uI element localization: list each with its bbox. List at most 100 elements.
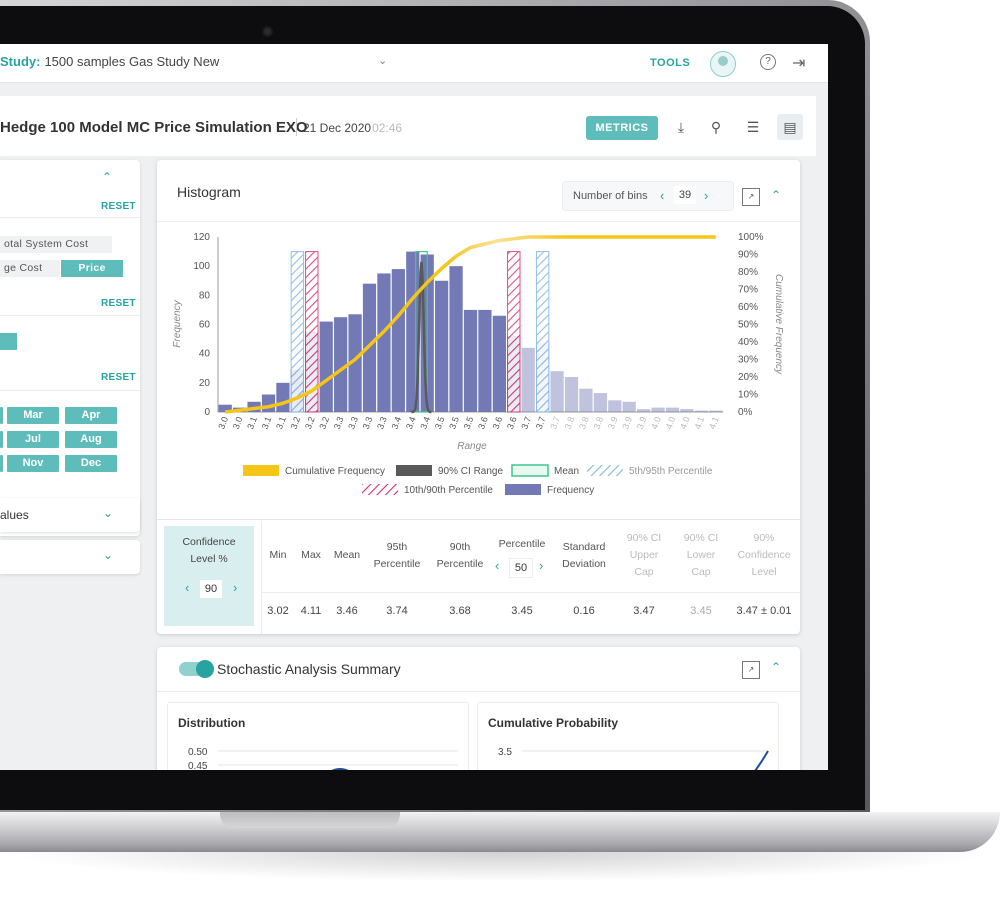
model-timestamp: 21 Dec 2020 02:46 bbox=[303, 121, 402, 135]
frequency-bar bbox=[492, 315, 506, 412]
accordion-values[interactable]: alues ⌄ bbox=[0, 498, 140, 532]
expand-icon[interactable]: ↗ bbox=[742, 661, 760, 679]
help-icon[interactable]: ? bbox=[760, 54, 776, 70]
expand-icon[interactable]: ↗ bbox=[742, 188, 760, 206]
stochastic-toggle[interactable] bbox=[179, 660, 214, 678]
divider bbox=[0, 217, 140, 218]
divider bbox=[0, 390, 140, 391]
y-tick-label: 20 bbox=[199, 378, 211, 389]
legend-frequency-swatch bbox=[505, 484, 541, 495]
frequency-bar bbox=[521, 347, 535, 412]
x-tick-label: 4.1 bbox=[693, 415, 707, 430]
chip-total-system-cost[interactable]: otal System Cost bbox=[0, 236, 112, 253]
chip-price[interactable]: Price bbox=[61, 260, 123, 277]
x-tick-label: 3.5 bbox=[462, 415, 476, 430]
frequency-bar bbox=[680, 409, 694, 412]
laptop-shadow bbox=[0, 852, 1000, 882]
frequency-bar bbox=[463, 309, 478, 412]
percentile-value[interactable]: 50 bbox=[509, 558, 533, 578]
chevron-up-icon[interactable]: ⌃ bbox=[102, 170, 112, 184]
frequency-bar bbox=[391, 269, 405, 412]
bins-value[interactable]: 39 bbox=[674, 186, 696, 204]
reset-link[interactable]: RESET bbox=[101, 201, 136, 212]
p90-marker bbox=[507, 251, 521, 413]
legend-ci-range-label: 90% CI Range bbox=[438, 466, 503, 477]
x-tick-label: 3.6 bbox=[491, 415, 505, 430]
x-tick-label: 3.1 bbox=[245, 415, 259, 430]
y2-tick-label: 0% bbox=[738, 407, 753, 418]
divider bbox=[296, 118, 297, 136]
chevron-up-icon[interactable]: ⌃ bbox=[771, 188, 781, 202]
toggle-chip[interactable] bbox=[0, 333, 17, 350]
model-title: Hedge 100 Model MC Price Simulation EXO bbox=[0, 119, 308, 136]
x-axis-label: Range bbox=[457, 441, 487, 452]
chevron-right-icon[interactable]: › bbox=[539, 558, 543, 573]
x-tick-label: 3.6 bbox=[505, 415, 519, 430]
chart-view-icon[interactable]: ▤ bbox=[777, 114, 803, 140]
frequency-bar bbox=[449, 266, 463, 412]
x-tick-label: 3.2 bbox=[303, 415, 317, 430]
tools-button[interactable]: TOOLS bbox=[650, 57, 690, 69]
chevron-left-icon[interactable]: ‹ bbox=[660, 188, 664, 203]
logout-icon[interactable]: ⇥ bbox=[792, 53, 805, 73]
x-tick-label: 3.1 bbox=[274, 415, 288, 430]
frequency-bar bbox=[694, 410, 708, 412]
divider bbox=[261, 592, 800, 593]
download-icon[interactable]: ⤓ bbox=[668, 114, 694, 140]
frequency-bar bbox=[377, 273, 391, 412]
x-tick-label: 3.3 bbox=[346, 415, 360, 430]
legend-ci-range-swatch bbox=[396, 465, 432, 476]
y2-axis-label: Cumulative Frequency bbox=[773, 274, 784, 375]
chevron-up-icon[interactable]: ⌃ bbox=[771, 660, 781, 674]
chevron-right-icon[interactable]: › bbox=[233, 580, 237, 595]
confidence-value[interactable]: 90 bbox=[200, 580, 222, 598]
reset-link[interactable]: RESET bbox=[101, 372, 136, 383]
x-tick-label: 3.7 bbox=[548, 415, 562, 430]
accordion-collapsed[interactable]: ⌄ bbox=[0, 540, 140, 574]
list-icon[interactable]: ☰ bbox=[740, 114, 766, 140]
y2-tick-label: 10% bbox=[738, 390, 758, 401]
month-edge bbox=[0, 431, 3, 448]
x-tick-label: 3.2 bbox=[317, 415, 331, 430]
chip-storage-cost[interactable]: ge Cost bbox=[0, 260, 60, 277]
frequency-bar bbox=[709, 410, 723, 412]
chevron-down-icon[interactable]: ⌄ bbox=[103, 548, 113, 562]
month-nov[interactable]: Nov bbox=[7, 455, 59, 472]
model-time: 02:46 bbox=[371, 121, 402, 135]
webcam-icon bbox=[264, 28, 271, 35]
avatar[interactable] bbox=[710, 51, 736, 77]
stat-value: 3.47 ± 0.01 bbox=[736, 605, 792, 617]
divider bbox=[0, 315, 140, 316]
y-tick-label: 100 bbox=[193, 261, 210, 272]
cumulative-curve bbox=[754, 750, 769, 770]
x-tick-label: 3.6 bbox=[476, 415, 490, 430]
reset-link[interactable]: RESET bbox=[101, 298, 136, 309]
frequency-bar bbox=[579, 388, 593, 412]
y2-tick-label: 90% bbox=[738, 250, 758, 261]
laptop-notch bbox=[220, 812, 400, 828]
chevron-left-icon[interactable]: ‹ bbox=[495, 558, 499, 573]
histogram-card: Histogram Number of bins ‹ 39 › ↗ ⌃ 0 20 4… bbox=[157, 160, 800, 634]
chevron-down-icon[interactable]: ⌄ bbox=[103, 506, 113, 520]
study-selector[interactable]: Study: 1500 samples Gas Study New bbox=[0, 54, 219, 69]
top-bar: Study: 1500 samples Gas Study New ⌄ TOOLS… bbox=[0, 44, 828, 83]
chevron-down-icon[interactable]: ⌄ bbox=[378, 54, 387, 67]
frequency-bar bbox=[478, 309, 492, 412]
distribution-curve bbox=[331, 768, 349, 770]
month-jul[interactable]: Jul bbox=[7, 431, 59, 448]
location-pin-icon[interactable]: ⚲ bbox=[703, 114, 729, 140]
month-apr[interactable]: Apr bbox=[65, 407, 117, 424]
y2-tick-label: 70% bbox=[738, 285, 758, 296]
frequency-bar bbox=[435, 280, 449, 412]
month-aug[interactable]: Aug bbox=[65, 431, 117, 448]
metrics-button[interactable]: METRICS bbox=[586, 116, 658, 140]
x-tick-label: 3.7 bbox=[519, 415, 533, 430]
chevron-right-icon[interactable]: › bbox=[704, 188, 708, 203]
legend-p5-95-swatch bbox=[587, 465, 623, 476]
y2-tick-label: 40% bbox=[738, 337, 758, 348]
month-dec[interactable]: Dec bbox=[65, 455, 117, 472]
chevron-left-icon[interactable]: ‹ bbox=[185, 580, 189, 595]
month-mar[interactable]: Mar bbox=[7, 407, 59, 424]
stochastic-card: Stochastic Analysis Summary ↗ ⌃ Distribu… bbox=[157, 647, 800, 770]
y-tick-label: 40 bbox=[199, 349, 211, 360]
